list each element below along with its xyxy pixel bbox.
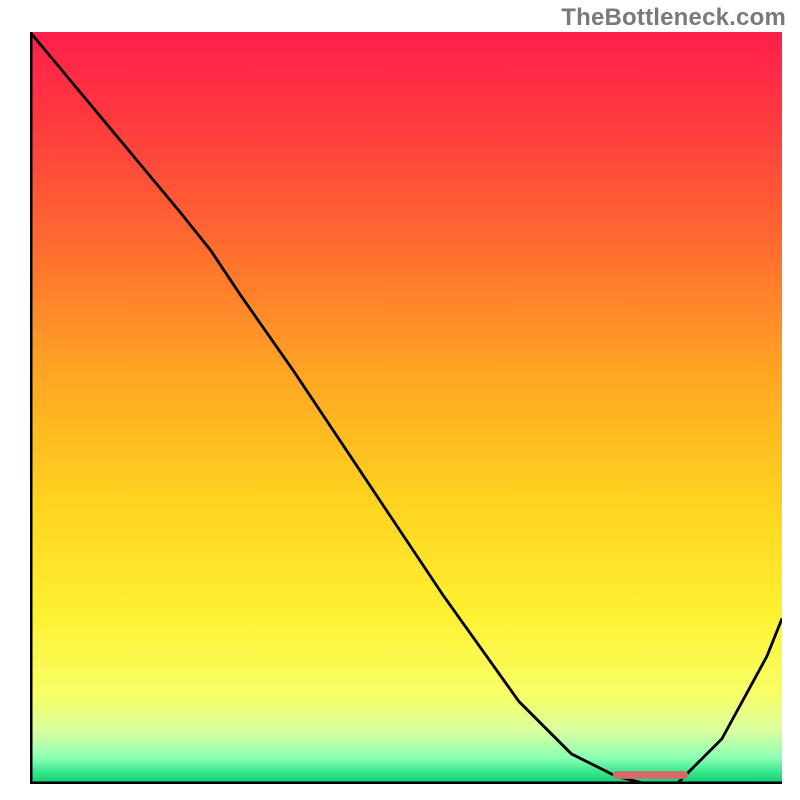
chart-frame: TheBottleneck.com — [0, 0, 800, 800]
plot-area — [30, 32, 782, 784]
chart-svg — [30, 32, 782, 784]
watermark-label: TheBottleneck.com — [561, 4, 786, 32]
gradient-background — [30, 32, 782, 784]
